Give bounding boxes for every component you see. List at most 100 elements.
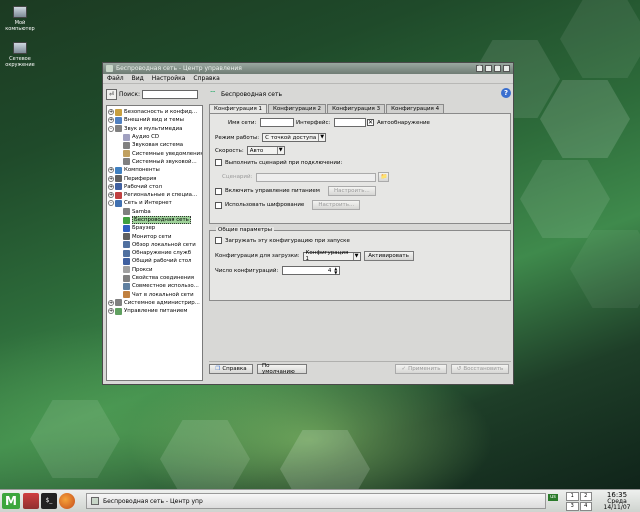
window-titlebar[interactable]: Беспроводная сеть - Центр управления ? _…: [103, 63, 513, 74]
config-count-row: Число конфигураций: 4 ▲ ▼: [215, 266, 341, 275]
tab-config-2[interactable]: Конфигурация 2: [268, 104, 327, 113]
tree-item[interactable]: Браузер: [108, 224, 201, 232]
menu-view[interactable]: Вид: [132, 75, 144, 82]
tree-item[interactable]: Обнаружение служб: [108, 249, 201, 257]
module-title: Беспроводная сеть: [221, 90, 283, 98]
tree-item[interactable]: Свойства соединения: [108, 274, 201, 282]
clock[interactable]: 16:35 Среда 14/11/07: [602, 492, 632, 512]
tree-item[interactable]: + Рабочий стол: [108, 183, 201, 191]
power-checkbox[interactable]: [215, 187, 222, 195]
config-count-spinbox[interactable]: 4 ▲ ▼: [282, 266, 341, 275]
minimize-button[interactable]: _: [485, 65, 492, 72]
keyboard-layout-indicator[interactable]: us: [548, 494, 558, 501]
boot-config-select[interactable]: Конфигурация 1 ▼: [302, 250, 361, 262]
tree-item[interactable]: Монитор сети: [108, 232, 201, 241]
script-input[interactable]: [256, 172, 377, 182]
expand-icon[interactable]: +: [108, 175, 114, 182]
expand-icon[interactable]: +: [108, 117, 114, 124]
encryption-checkbox[interactable]: [215, 201, 222, 209]
module-pane: ⌔ Беспроводная сеть ? Конфигурация 1 Кон…: [209, 87, 511, 383]
workspace-4[interactable]: 4: [579, 502, 592, 511]
menu-help[interactable]: Справка: [193, 75, 219, 82]
load-at-startup-checkbox[interactable]: [215, 237, 222, 244]
terminal-icon[interactable]: $_: [41, 493, 57, 509]
autodetect-label: Автообнаружение: [377, 119, 430, 126]
tree-item[interactable]: Аудио CD: [108, 133, 201, 141]
mode-select[interactable]: С точкой доступа ▼: [262, 133, 327, 142]
tree-item[interactable]: - Звук и мультимедиа: [108, 125, 201, 133]
chevron-down-icon: ▼: [318, 134, 325, 141]
tree-item[interactable]: Чат в локальной сети: [108, 291, 201, 299]
tab-config-4[interactable]: Конфигурация 4: [386, 104, 445, 113]
back-icon[interactable]: ⏎: [106, 88, 117, 100]
help-icon[interactable]: ?: [501, 88, 511, 98]
encryption-configure-button[interactable]: Настроить...: [312, 200, 361, 210]
tree-item[interactable]: Системный звуковой...: [108, 158, 201, 166]
wireless-icon: ⌔: [209, 88, 217, 98]
desktop-icon-my-computer[interactable]: Мой компьютер: [0, 6, 40, 32]
module-icon: [115, 307, 122, 315]
search-input[interactable]: [142, 89, 199, 99]
tree-item[interactable]: Звуковая система: [108, 141, 201, 149]
tree-item[interactable]: Совместное использо...: [108, 282, 201, 290]
tab-config-3[interactable]: Конфигурация 3: [327, 104, 386, 113]
maximize-button[interactable]: □: [494, 65, 501, 72]
task-button-wireless[interactable]: Беспроводная сеть - Центр упр: [86, 493, 546, 509]
expand-icon[interactable]: +: [108, 183, 114, 190]
desktop-icon-network[interactable]: Сетевое окружение: [0, 42, 40, 68]
menu-file[interactable]: Файл: [107, 75, 124, 82]
speed-label: Скорость:: [215, 147, 244, 154]
network-name-input[interactable]: [260, 118, 295, 127]
interface-row: Интерфейс:: [296, 118, 367, 127]
window-title: Беспроводная сеть - Центр управления: [116, 65, 242, 72]
expand-icon[interactable]: +: [108, 109, 114, 116]
power-configure-button[interactable]: Настроить...: [327, 186, 376, 196]
control-center-icon[interactable]: [23, 493, 39, 509]
help-title-button[interactable]: ?: [476, 65, 483, 72]
expand-icon[interactable]: +: [108, 192, 114, 199]
tree-item[interactable]: Обзор локальной сети: [108, 241, 201, 249]
start-menu-icon[interactable]: M: [2, 493, 20, 509]
close-button[interactable]: ×: [503, 65, 510, 72]
tree-item[interactable]: + Системное администрир...: [108, 299, 201, 307]
collapse-icon[interactable]: -: [108, 125, 114, 132]
tree-item[interactable]: + Безопасность и конфид...: [108, 108, 201, 116]
defaults-button[interactable]: По умолчанию: [257, 363, 307, 375]
module-icon: [115, 108, 122, 116]
tree-item[interactable]: Прокси: [108, 266, 201, 274]
tree-item[interactable]: + Компоненты: [108, 166, 201, 174]
tree-item[interactable]: + Управление питанием: [108, 307, 201, 315]
tree-item-label: Системное администрир...: [124, 299, 200, 306]
module-icon: [115, 299, 122, 307]
tree-item[interactable]: Samba: [108, 208, 201, 216]
workspace-1[interactable]: 1: [566, 492, 579, 501]
tree-item[interactable]: + Региональные и специа...: [108, 191, 201, 199]
activate-button[interactable]: Активировать: [363, 251, 414, 261]
tree-item-label: Samba: [132, 208, 151, 215]
reset-button[interactable]: ↺ Восстановить: [451, 364, 509, 374]
tree-item[interactable]: + Периферия: [108, 174, 201, 183]
tree-item[interactable]: Беспроводная сеть: [108, 216, 201, 224]
firefox-icon[interactable]: [59, 493, 75, 509]
interface-input[interactable]: [334, 118, 367, 127]
expand-icon[interactable]: +: [108, 167, 114, 174]
expand-icon[interactable]: +: [108, 308, 114, 315]
tree-item[interactable]: Системные уведомления: [108, 149, 202, 158]
run-script-row: Выполнить сценарий при подключении:: [215, 159, 342, 166]
browse-folder-icon[interactable]: 📁: [378, 172, 390, 182]
tree-item[interactable]: + Внешний вид и темы: [108, 116, 201, 124]
tree-item[interactable]: - Сеть и Интернет: [108, 199, 201, 207]
menu-settings[interactable]: Настройка: [152, 75, 186, 82]
autodetect-checkbox[interactable]: ✕: [367, 119, 374, 126]
speed-select[interactable]: Авто ▼: [246, 146, 285, 155]
tree-item[interactable]: Общий рабочий стол: [108, 257, 201, 265]
spin-arrows-icon[interactable]: ▲ ▼: [333, 267, 338, 275]
help-button[interactable]: ❐ Справка: [209, 364, 253, 374]
background-hex: [160, 420, 250, 489]
workspace-3[interactable]: 3: [566, 502, 579, 511]
apply-button[interactable]: ✓ Применить: [395, 364, 447, 374]
collapse-icon[interactable]: -: [108, 200, 114, 207]
workspace-2[interactable]: 2: [579, 492, 592, 501]
run-script-checkbox[interactable]: [215, 159, 222, 166]
expand-icon[interactable]: +: [108, 299, 114, 306]
